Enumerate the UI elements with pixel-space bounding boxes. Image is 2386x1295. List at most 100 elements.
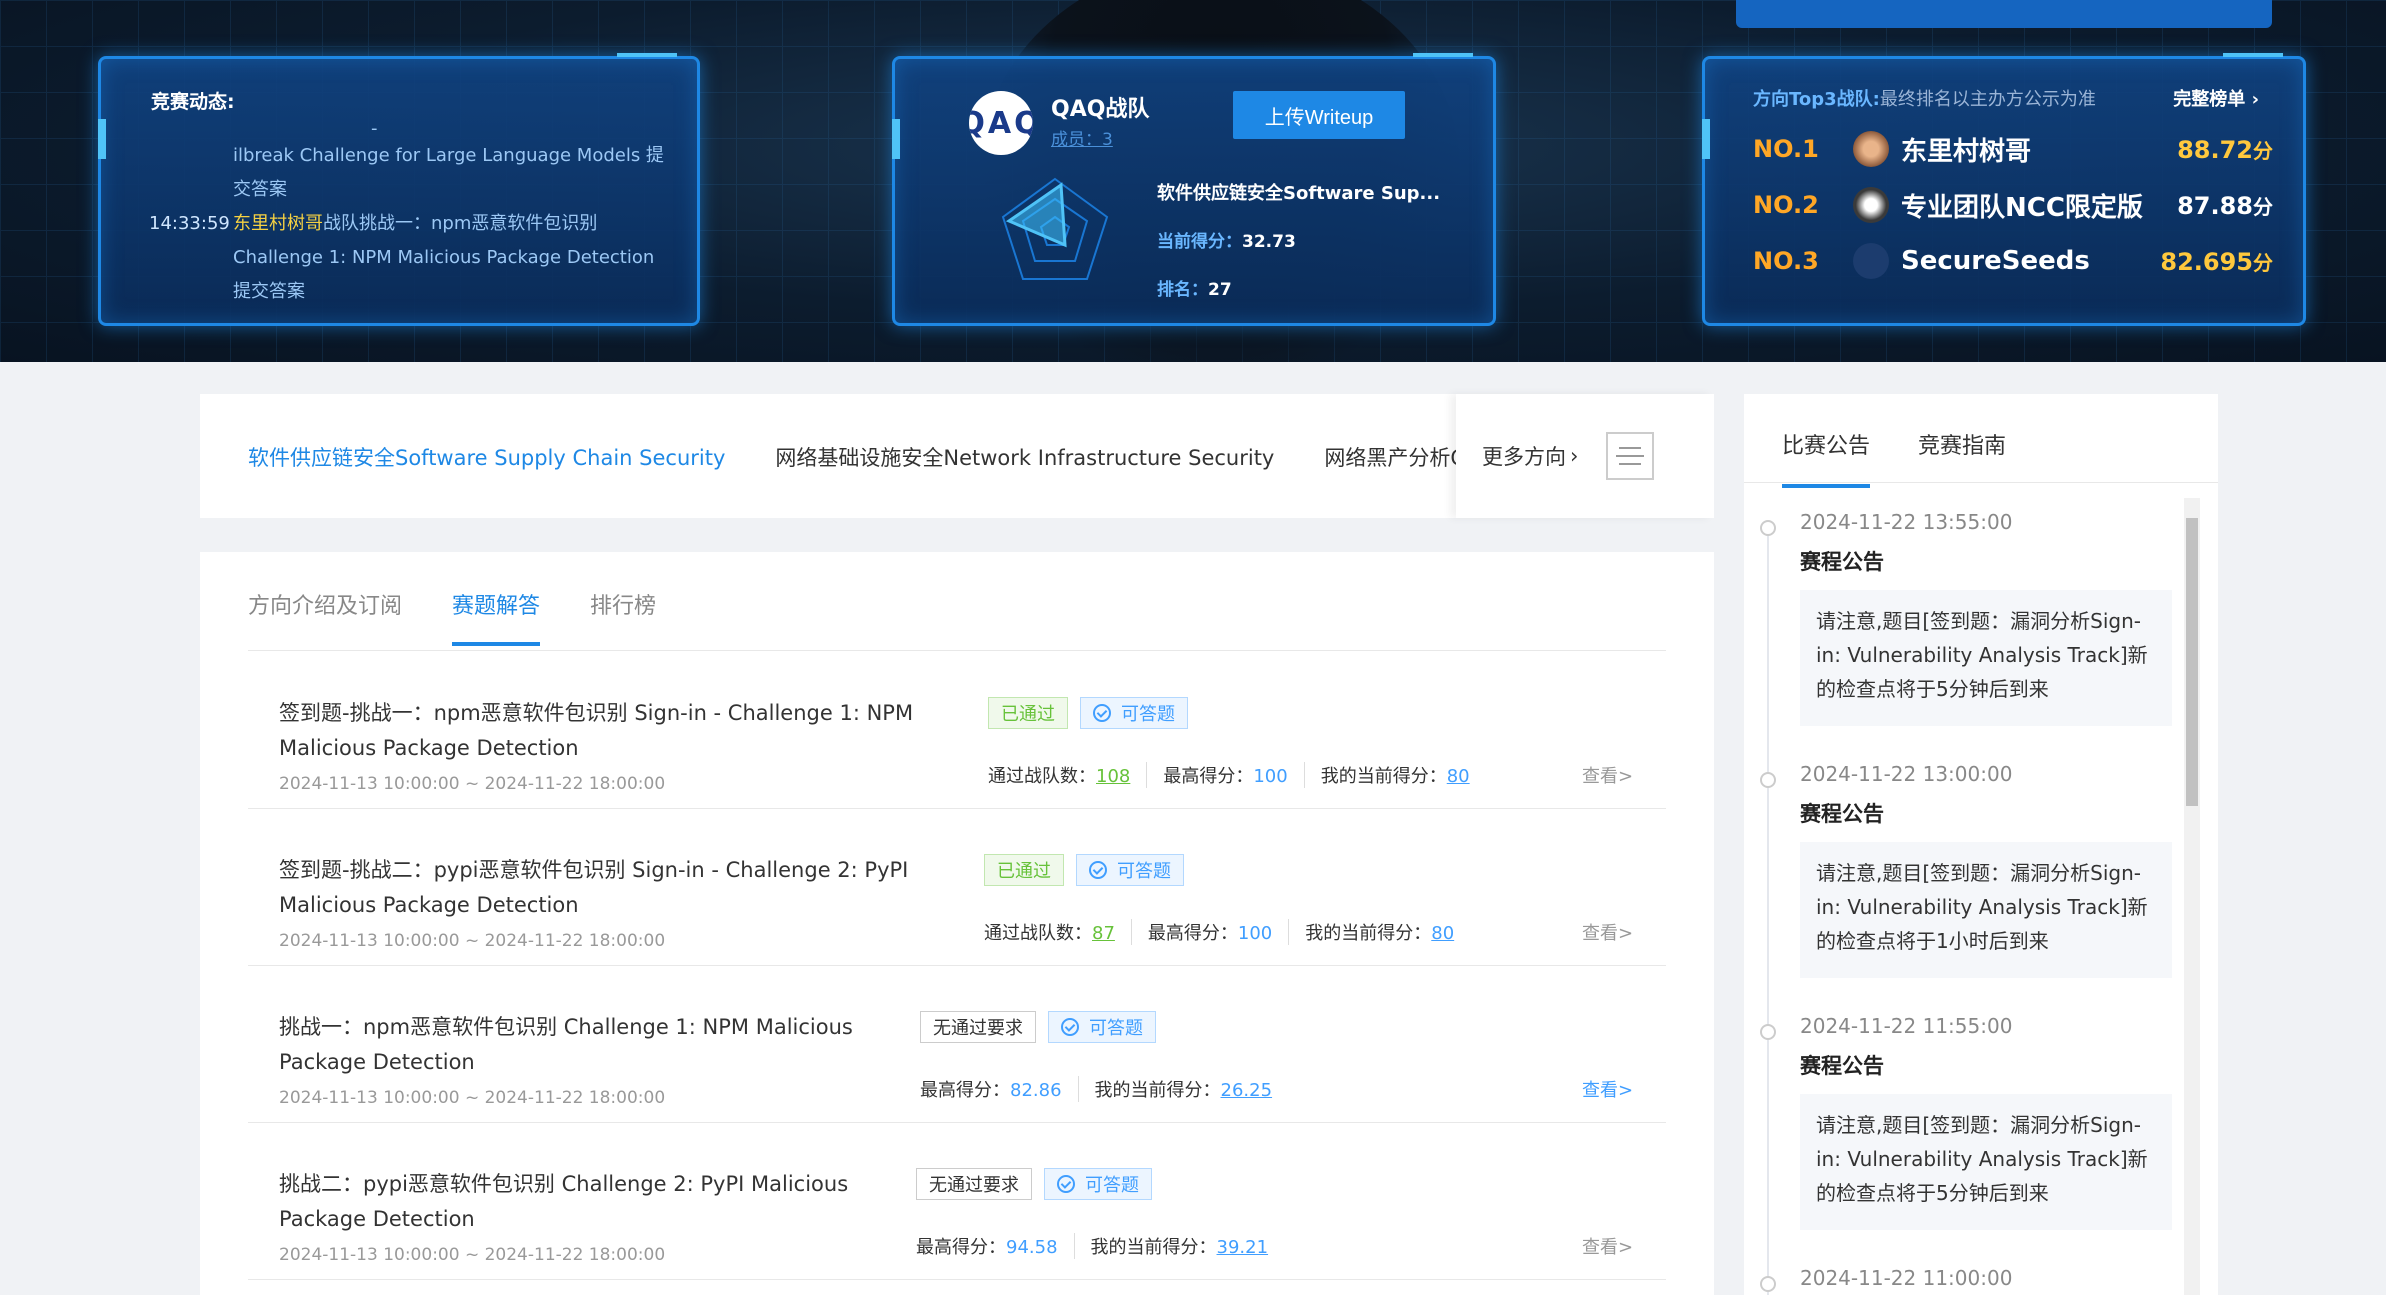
answerable-badge: 可答题 (1080, 697, 1188, 729)
chevron-right-icon: › (2251, 89, 2259, 110)
feed-item-time: 14:33:59 (149, 213, 230, 234)
feed-title: 竞赛动态: (151, 91, 235, 113)
my-team-panel: QAQ QAQ战队 成员：3 上传Writeup 软件供应链安全Software… (892, 53, 1496, 326)
tab-challenges[interactable]: 赛题解答 (452, 588, 541, 646)
notice-divider (1744, 482, 2218, 483)
top3-header: 方向Top3战队:最终排名以主办方公示为准 (1753, 89, 2096, 110)
rank-team-name: SecureSeeds (1901, 246, 2090, 276)
answerable-badge: 可答题 (1044, 1168, 1152, 1200)
team-score: 当前得分：32.73 (1157, 232, 1296, 252)
notice-tabs: 比赛公告 竞赛指南 (1782, 428, 2054, 488)
chevron-right-icon: › (1570, 444, 1579, 468)
notice-date: 2024-11-22 11:55:00 (1800, 1014, 2013, 1038)
notice-body: 请注意,题目[签到题：漏洞分析Sign-in: Vulnerability An… (1800, 590, 2172, 726)
timeline-dot-icon (1760, 1276, 1776, 1292)
feed-item: 14:33:59 东里村树哥战队挑战一：npm恶意软件包识别Challenge … (149, 207, 669, 309)
challenge-row: 挑战二：pypi恶意软件包识别 Challenge 2: PyPI Malici… (248, 1123, 1666, 1280)
passed-teams-link[interactable]: 87 (1092, 923, 1115, 944)
panel-corner-decoration (617, 53, 677, 63)
my-score-link[interactable]: 39.21 (1217, 1237, 1269, 1258)
status-badge: 无通过要求 (916, 1168, 1032, 1200)
notice-title: 赛程公告 (1800, 550, 1884, 574)
feed-item-team[interactable]: 东里村树哥 (233, 213, 323, 234)
timeline-dot-icon (1760, 520, 1776, 536)
challenge-row: 签到题-挑战一：npm恶意软件包识别 Sign-in - Challenge 1… (248, 652, 1666, 809)
challenge-stats: 通过战队数：87 最高得分：100 我的当前得分：80 (984, 919, 1486, 945)
challenge-date: 2024-11-13 10:00:00 ~ 2024-11-22 18:00:0… (279, 931, 666, 951)
team-direction: 软件供应链安全Software Sup... (1157, 183, 1441, 204)
direction-tab[interactable]: 网络黑产分析Cyber Crime Analysis (1324, 442, 1458, 472)
view-link[interactable]: 查看> (1582, 1233, 1633, 1259)
rank-score: 88.72分 (2177, 135, 2273, 164)
notice-date: 2024-11-22 13:00:00 (1800, 762, 2013, 786)
challenge-title: 签到题-挑战二：pypi恶意软件包识别 Sign-in - Challenge … (279, 858, 909, 917)
panel-corner-decoration (1413, 53, 1473, 63)
challenge-panel: 方向介绍及订阅 赛题解答 排行榜 签到题-挑战一：npm恶意软件包识别 Sign… (200, 552, 1714, 1295)
challenge-title: 签到题-挑战一：npm恶意软件包识别 Sign-in - Challenge 1… (279, 701, 914, 760)
my-score-link[interactable]: 26.25 (1221, 1080, 1273, 1101)
team-rank: 排名：27 (1157, 280, 1232, 300)
view-link[interactable]: 查看> (1582, 1076, 1633, 1102)
direction-tab-bar: 软件供应链安全Software Supply Chain Security 网络… (200, 394, 1714, 518)
view-link[interactable]: 查看> (1582, 919, 1633, 945)
check-circle-icon (1061, 1018, 1079, 1036)
feed-item: ilbreak Challenge for Large Language Mod… (149, 139, 669, 207)
feed-list: - ilbreak Challenge for Large Language M… (149, 119, 669, 309)
tab-guide[interactable]: 竞赛指南 (1918, 428, 2006, 488)
my-score-link[interactable]: 80 (1431, 923, 1454, 944)
feed-item-text: ilbreak Challenge for Large Language Mod… (233, 145, 664, 200)
challenge-date: 2024-11-13 10:00:00 ~ 2024-11-22 18:00:0… (279, 1088, 666, 1108)
challenge-tags: 无通过要求 可答题 (916, 1168, 1152, 1200)
tab-divider (248, 650, 1666, 651)
more-directions-button[interactable]: 更多方向 (1482, 441, 1566, 471)
challenge-row: 挑战一：npm恶意软件包识别 Challenge 1: NPM Maliciou… (248, 966, 1666, 1123)
challenge-tags: 已通过 可答题 (988, 697, 1188, 729)
check-circle-icon (1057, 1175, 1075, 1193)
rank-team-name: 专业团队NCC限定版 (1901, 192, 2143, 223)
direction-tab[interactable]: 软件供应链安全Software Supply Chain Security (248, 442, 725, 472)
challenge-date: 2024-11-13 10:00:00 ~ 2024-11-22 18:00:0… (279, 774, 666, 794)
team-avatar: QAQ (969, 91, 1033, 155)
challenge-tags: 无通过要求 可答题 (920, 1011, 1156, 1043)
top3-row: NO.3 SecureSeeds 82.695分 (1753, 241, 2273, 281)
challenge-title: 挑战二：pypi恶意软件包识别 Challenge 2: PyPI Malici… (279, 1172, 849, 1231)
timeline-dot-icon (1760, 1024, 1776, 1040)
notice-body: 请注意,题目[签到题：漏洞分析Sign-in: Vulnerability An… (1800, 1094, 2172, 1230)
top3-row: NO.1 东里村树哥 88.72分 (1753, 129, 2273, 169)
upload-writeup-button[interactable]: 上传Writeup (1233, 91, 1405, 139)
challenge-stats: 最高得分：82.86 我的当前得分：26.25 (920, 1076, 1304, 1102)
full-leaderboard-link[interactable]: 完整榜单 › (2173, 85, 2259, 111)
challenge-stats: 最高得分：94.58 我的当前得分：39.21 (916, 1233, 1300, 1259)
rank-number: NO.1 (1753, 135, 1819, 163)
menu-toggle-icon[interactable] (1606, 432, 1655, 480)
team-members-link[interactable]: 成员：3 (1051, 125, 1113, 150)
team-logo-icon (1853, 243, 1889, 279)
scrollbar-thumb[interactable] (2186, 518, 2198, 806)
timeline-dot-icon (1760, 772, 1776, 788)
answerable-badge: 可答题 (1048, 1011, 1156, 1043)
panel-corner-decoration (2223, 53, 2283, 63)
tab-leaderboard[interactable]: 排行榜 (590, 588, 656, 646)
tab-announcements[interactable]: 比赛公告 (1782, 428, 1871, 488)
status-badge: 已通过 (988, 697, 1068, 729)
rank-score: 82.695分 (2160, 247, 2273, 276)
challenge-stats: 通过战队数：108 最高得分：100 我的当前得分：80 (988, 762, 1502, 788)
challenge-row: 签到题-挑战二：pypi恶意软件包识别 Sign-in - Challenge … (248, 809, 1666, 966)
section-tabs: 方向介绍及订阅 赛题解答 排行榜 (248, 588, 706, 646)
notice-date: 2024-11-22 13:55:00 (1800, 510, 2013, 534)
tab-direction-intro[interactable]: 方向介绍及订阅 (248, 588, 402, 646)
direction-tabs: 软件供应链安全Software Supply Chain Security 网络… (248, 442, 1458, 472)
notice-title: 赛程公告 (1800, 1054, 1884, 1078)
rank-number: NO.2 (1753, 191, 1819, 219)
view-link[interactable]: 查看> (1582, 762, 1633, 788)
notice-date: 2024-11-22 11:00:00 (1800, 1266, 2013, 1290)
direction-tab[interactable]: 网络基础设施安全Network Infrastructure Security (775, 442, 1274, 472)
radar-chart-icon (1001, 177, 1109, 280)
challenge-title: 挑战一：npm恶意软件包识别 Challenge 1: NPM Maliciou… (279, 1015, 853, 1074)
passed-teams-link[interactable]: 108 (1096, 766, 1130, 787)
notice-title: 赛程公告 (1800, 802, 1884, 826)
my-score-link[interactable]: 80 (1447, 766, 1470, 787)
rank-number: NO.3 (1753, 247, 1819, 275)
feed-dash: - (371, 118, 378, 139)
hero-banner: 竞赛动态: - ilbreak Challenge for Large Lang… (0, 0, 2386, 362)
